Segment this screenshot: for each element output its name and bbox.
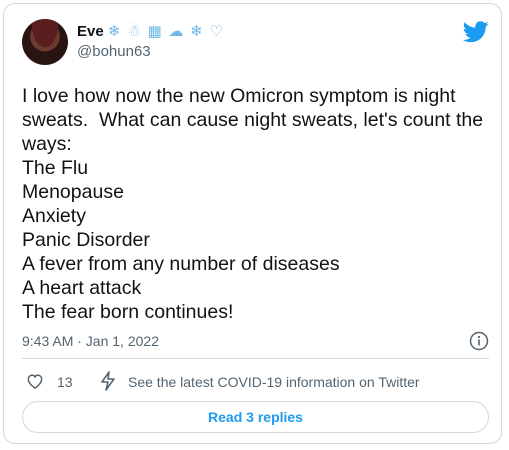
heart-icon[interactable] bbox=[25, 371, 45, 391]
read-replies-button[interactable]: Read 3 replies bbox=[22, 401, 489, 433]
like-count[interactable]: 13 bbox=[57, 374, 73, 390]
tweet-card: Eve ❄ ☃ ▦ ☁ ❄ ♡ @bohun63 I love how now … bbox=[3, 3, 502, 444]
info-icon[interactable] bbox=[469, 331, 489, 351]
divider bbox=[22, 358, 489, 359]
display-name[interactable]: Eve bbox=[77, 23, 104, 40]
tweet-text: I love how now the new Omicron symptom i… bbox=[22, 85, 484, 323]
tweet-timestamp[interactable]: 9:43 AM · Jan 1, 2022 bbox=[22, 333, 159, 349]
avatar[interactable] bbox=[22, 19, 68, 65]
covid-info-link[interactable]: See the latest COVID-19 information on T… bbox=[128, 374, 420, 390]
twitter-bird-icon[interactable] bbox=[463, 21, 489, 43]
user-handle[interactable]: @bohun63 bbox=[77, 43, 151, 60]
name-emojis: ❄ ☃ ▦ ☁ ❄ ♡ bbox=[108, 22, 225, 40]
lightning-bolt-icon bbox=[101, 371, 115, 391]
